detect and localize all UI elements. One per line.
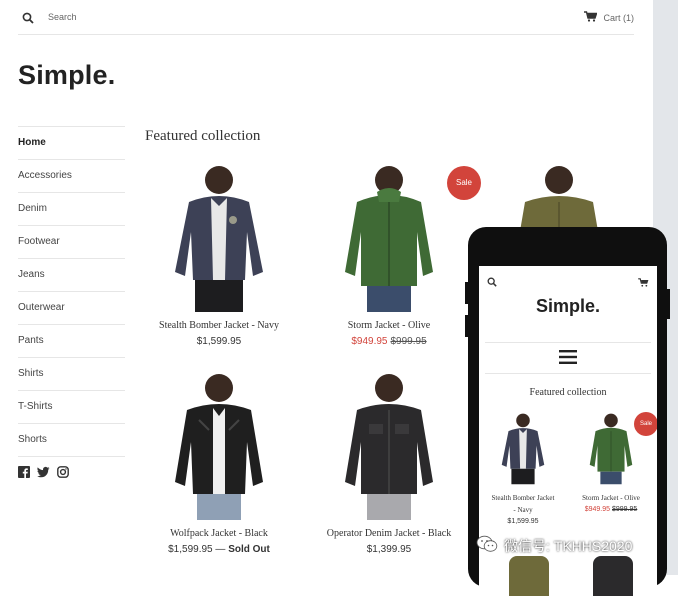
top-bar: Search Cart (1) [18, 0, 634, 35]
twitter-icon[interactable] [37, 465, 50, 483]
product-price: $949.95 $999.95 [351, 336, 427, 347]
product-image[interactable] [159, 370, 279, 520]
phone-side-button [667, 289, 670, 319]
product-name[interactable]: Stealth Bomber Jacket - Navy [134, 320, 304, 331]
product-card[interactable]: Stealth Bomber Jacket - Navy $1,599.95 [134, 162, 304, 347]
divider [485, 373, 651, 374]
product-name[interactable]: Storm Jacket - Olive [304, 320, 474, 331]
mobile-store-logo[interactable]: Simple. [479, 296, 657, 317]
product-card[interactable]: Wolfpack Jacket - Black $1,599.95 — Sold… [134, 370, 304, 555]
product-image[interactable] [329, 370, 449, 520]
mobile-product-image-partial[interactable] [593, 556, 633, 596]
sidebar-item-shirts[interactable]: Shirts [18, 358, 125, 391]
cart-label: Cart (1) [603, 12, 634, 23]
product-price: $1,599.95 [196, 336, 242, 347]
mobile-sale-badge: Sale [634, 412, 657, 436]
section-title: Featured collection [145, 128, 261, 144]
sidebar-item-denim[interactable]: Denim [18, 193, 125, 226]
product-price: $1,399.95 [366, 544, 412, 555]
mobile-product-price: $949.95 $999.95 [584, 506, 638, 513]
mobile-product-price: $1,599.95 [507, 518, 539, 525]
watermark-text: 微信号: TKHHS2020 [504, 537, 633, 554]
cart-icon [584, 11, 598, 24]
mobile-product-name[interactable]: Stealth Bomber Jacket - Navy [481, 492, 565, 516]
product-price: $1,599.95 — Sold Out [168, 544, 270, 555]
product-name[interactable]: Operator Denim Jacket - Black [304, 528, 474, 539]
mobile-search-icon[interactable] [487, 274, 497, 292]
mobile-product-image[interactable]: Sale [582, 410, 657, 486]
sidebar-item-home[interactable]: Home [18, 127, 125, 160]
product-name[interactable]: Wolfpack Jacket - Black [134, 528, 304, 539]
phone-side-button [465, 315, 468, 337]
sidebar-item-accessories[interactable]: Accessories [18, 160, 125, 193]
store-logo[interactable]: Simple. [18, 60, 115, 91]
sidebar-item-shorts[interactable]: Shorts [18, 424, 125, 457]
mobile-product-name[interactable]: Storm Jacket - Olive [569, 492, 653, 504]
phone-side-button [465, 282, 468, 304]
search-icon[interactable] [22, 11, 34, 29]
sidebar-item-t-shirts[interactable]: T-Shirts [18, 391, 125, 424]
product-image[interactable]: Sale [329, 162, 481, 312]
watermark: 微信号: TKHHS2020 [476, 535, 632, 556]
mobile-product-image-partial[interactable] [509, 556, 549, 596]
divider [485, 342, 651, 343]
phone-mockup: Simple. Featured collection Stealth Bomb… [465, 227, 670, 596]
product-card[interactable]: Operator Denim Jacket - Black $1,399.95 [304, 370, 474, 555]
sidebar-item-footwear[interactable]: Footwear [18, 226, 125, 259]
wechat-icon [476, 535, 498, 556]
sidebar-item-outerwear[interactable]: Outerwear [18, 292, 125, 325]
mobile-product-card[interactable]: Sale Storm Jacket - Olive $949.95 $999.95 [569, 410, 657, 513]
instagram-icon[interactable] [57, 465, 69, 483]
sidebar-nav: Home Accessories Denim Footwear Jeans Ou… [18, 126, 125, 457]
cart-link[interactable]: Cart (1) [584, 11, 634, 24]
sidebar-item-jeans[interactable]: Jeans [18, 259, 125, 292]
hamburger-menu-icon[interactable] [559, 350, 577, 369]
mobile-product-image[interactable] [494, 410, 552, 486]
mobile-section-title: Featured collection [529, 387, 607, 398]
social-links [18, 465, 69, 483]
mobile-product-card[interactable]: Stealth Bomber Jacket - Navy $1,599.95 [481, 410, 565, 525]
search-link[interactable]: Search [48, 12, 77, 22]
product-card[interactable]: Sale Storm Jacket - Olive $949.95 $999.95 [304, 162, 481, 347]
product-image[interactable] [159, 162, 279, 312]
sidebar-item-pants[interactable]: Pants [18, 325, 125, 358]
sold-out-label: Sold Out [228, 544, 270, 555]
mobile-cart-icon[interactable] [638, 274, 649, 292]
facebook-icon[interactable] [18, 465, 30, 483]
